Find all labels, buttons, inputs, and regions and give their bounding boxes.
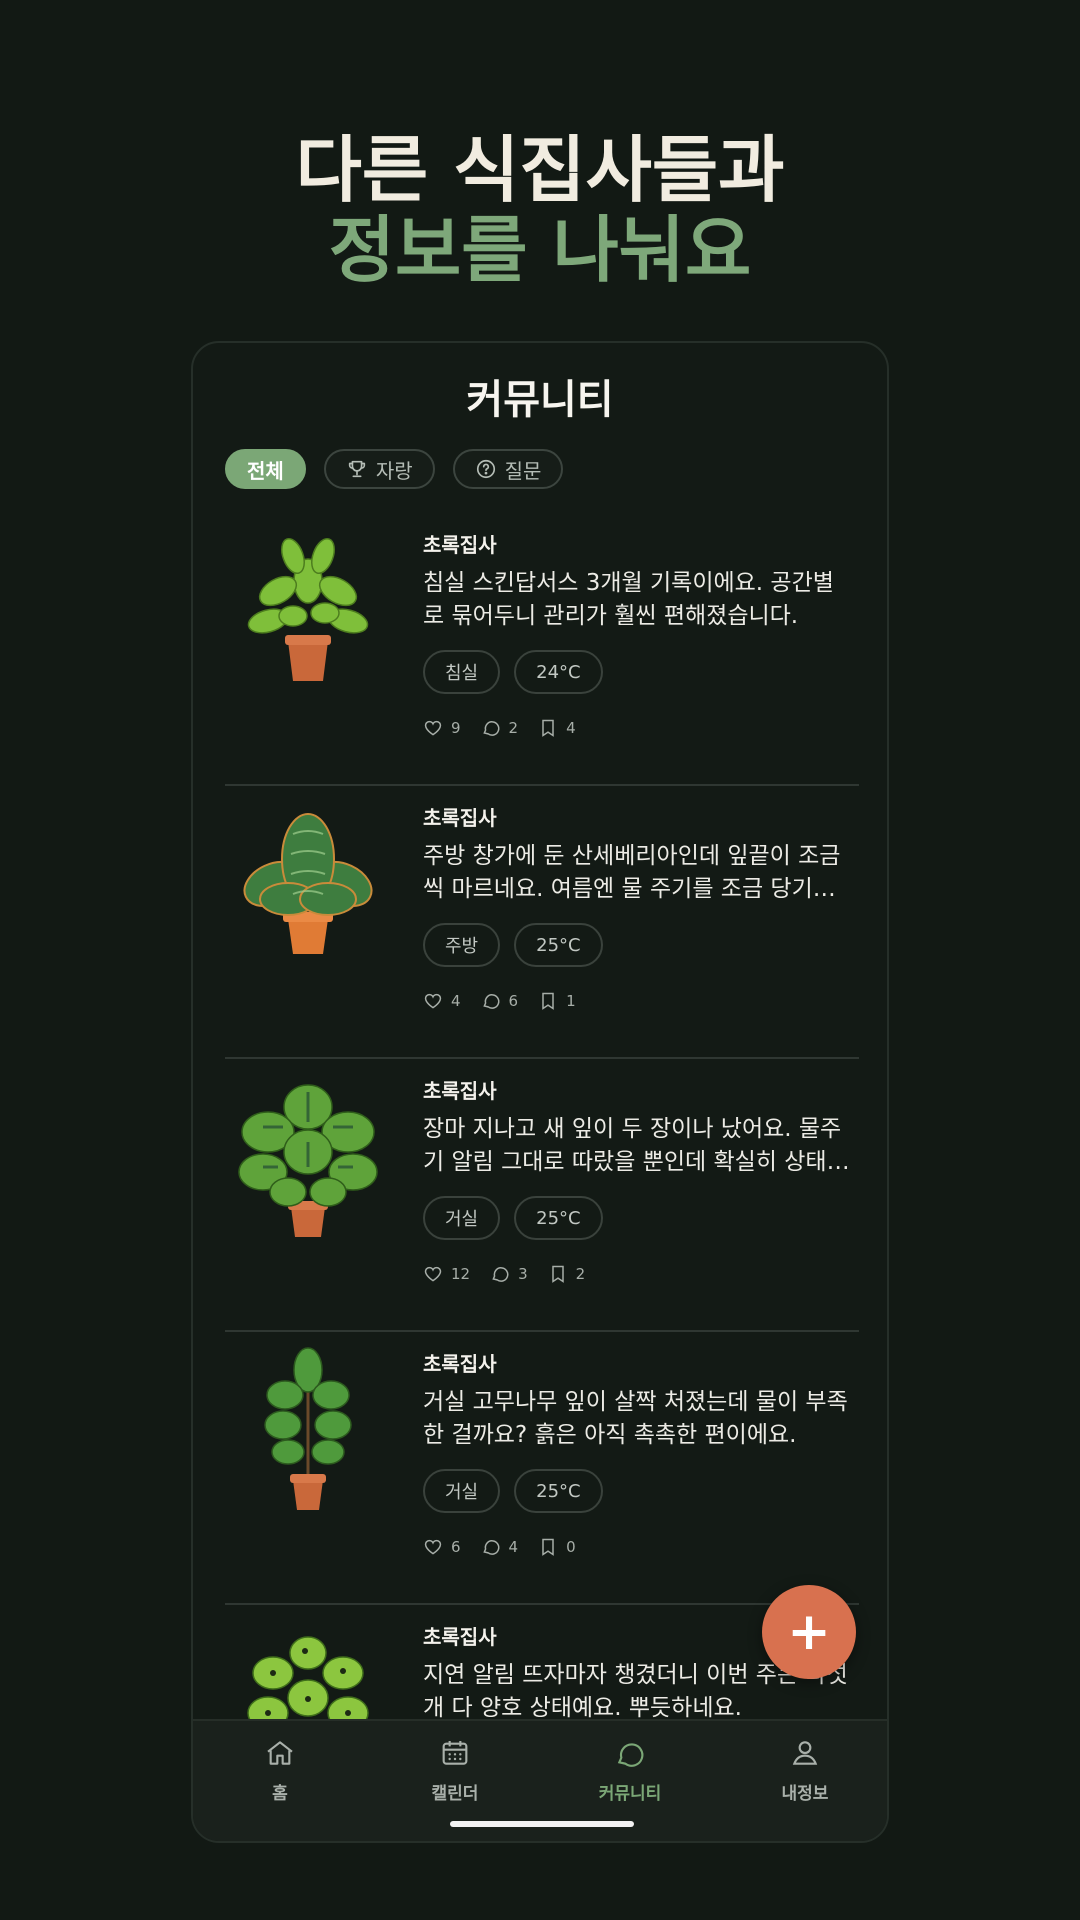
post-author: 초록집사 bbox=[423, 533, 497, 557]
nav-label: 내정보 bbox=[781, 1784, 829, 1804]
post-tags: 침실 24°C bbox=[423, 650, 603, 694]
post-card[interactable]: 초록집사 침실 스킨답서스 3개월 기록이에요. 공간별로 묶어두니 관리가 훨… bbox=[225, 513, 859, 786]
bookmark-button[interactable]: 1 bbox=[538, 991, 576, 1011]
bookmark-button[interactable]: 0 bbox=[538, 1537, 576, 1557]
bookmark-icon bbox=[551, 1265, 564, 1283]
bookmark-icon bbox=[542, 719, 554, 737]
rubber-plant-image bbox=[264, 1347, 352, 1510]
bottom-navigation: 홈 캘린더 커뮤니티 내정보 bbox=[193, 1719, 887, 1841]
comment-count: 3 bbox=[518, 1265, 528, 1283]
filter-chip-brag[interactable]: 자랑 bbox=[323, 449, 435, 489]
heart-icon bbox=[424, 1539, 442, 1555]
comment-icon bbox=[482, 721, 500, 736]
filter-chip-label: 전체 bbox=[247, 458, 284, 483]
comment-count: 6 bbox=[508, 992, 519, 1010]
post-tags: 거실 25°C bbox=[423, 1196, 603, 1240]
post-tag[interactable]: 25°C bbox=[514, 1196, 603, 1240]
post-card[interactable]: 초록집사 주방 창가에 둔 산세베리아인데 잎끝이 조금씩 마르네요. 여름엔 … bbox=[225, 786, 859, 1059]
nav-item-calendar[interactable]: 캘린더 bbox=[385, 1737, 525, 1804]
post-tags: 주방 25°C bbox=[423, 923, 603, 967]
post-body: 거실 고무나무 잎이 살짝 처졌는데 물이 부족한 걸까요? 흙은 아직 촉촉한… bbox=[423, 1389, 848, 1448]
nav-item-community[interactable]: 커뮤니티 bbox=[560, 1737, 700, 1804]
like-button[interactable]: 6 bbox=[423, 1537, 461, 1557]
post-body: 침실 스킨답서스 3개월 기록이에요. 공간별로 묶어두니 관리가 훨씬 편해졌… bbox=[423, 570, 834, 629]
chat-icon bbox=[617, 1743, 644, 1767]
calendar-icon bbox=[442, 1741, 468, 1765]
post-body: 장마 지나고 새 잎이 두 장이나 났어요. 물주기 알림 그대로 따랐을 뿐인… bbox=[423, 1116, 848, 1175]
bookmark-button[interactable]: 2 bbox=[548, 1264, 586, 1284]
post-card[interactable]: 초록집사 거실 고무나무 잎이 살짝 처졌는데 물이 부족한 걸까요? 흙은 아… bbox=[225, 1332, 859, 1605]
home-indicator bbox=[450, 1821, 634, 1827]
post-tag[interactable]: 침실 bbox=[423, 650, 501, 694]
like-count: 12 bbox=[451, 1265, 471, 1283]
question-icon bbox=[476, 459, 495, 479]
pothos-plant-image bbox=[247, 537, 369, 681]
post-tag[interactable]: 거실 bbox=[423, 1196, 501, 1240]
post-tag[interactable]: 24°C bbox=[514, 650, 603, 694]
post-stats: 12 3 2 bbox=[423, 1264, 585, 1284]
post-stats: 6 4 0 bbox=[423, 1537, 576, 1557]
post-author: 초록집사 bbox=[423, 1625, 497, 1649]
bookmark-count: 4 bbox=[566, 719, 576, 737]
post-stats: 9 2 4 bbox=[423, 718, 576, 738]
nav-label: 홈 bbox=[272, 1784, 288, 1804]
nav-label: 커뮤니티 bbox=[598, 1784, 662, 1804]
headline-line-2: 정보를 나눠요 bbox=[328, 208, 752, 292]
page-title: 커뮤니티 bbox=[466, 377, 614, 423]
post-tag[interactable]: 거실 bbox=[423, 1469, 501, 1513]
user-icon bbox=[792, 1741, 818, 1765]
like-button[interactable]: 9 bbox=[423, 718, 461, 738]
comment-count: 4 bbox=[508, 1538, 519, 1556]
bookmark-button[interactable]: 4 bbox=[538, 718, 576, 738]
bookmark-count: 1 bbox=[566, 992, 576, 1010]
filter-chips: 전체 자랑 질문 bbox=[225, 449, 564, 489]
nav-item-profile[interactable]: 내정보 bbox=[735, 1737, 875, 1804]
monstera-plant-image bbox=[238, 1084, 378, 1237]
sansevieria-plant-image bbox=[243, 813, 373, 954]
headline-line-1: 다른 식집사들과 bbox=[295, 128, 785, 212]
heart-icon bbox=[424, 1266, 442, 1282]
bookmark-count: 2 bbox=[575, 1265, 586, 1283]
filter-chip-label: 질문 bbox=[504, 458, 542, 483]
comment-count: 2 bbox=[508, 719, 519, 737]
post-author: 초록집사 bbox=[423, 1352, 497, 1376]
post-card[interactable]: 초록집사 장마 지나고 새 잎이 두 장이나 났어요. 물주기 알림 그대로 따… bbox=[225, 1059, 859, 1332]
like-count: 9 bbox=[451, 719, 461, 737]
like-count: 4 bbox=[451, 992, 461, 1010]
post-tag[interactable]: 25°C bbox=[514, 923, 603, 967]
heart-icon bbox=[424, 993, 442, 1009]
comment-button[interactable]: 2 bbox=[481, 718, 519, 738]
post-author: 초록집사 bbox=[423, 806, 497, 830]
home-icon bbox=[267, 1741, 293, 1765]
like-button[interactable]: 12 bbox=[423, 1264, 470, 1284]
comment-icon bbox=[482, 994, 500, 1009]
trophy-icon bbox=[348, 460, 365, 478]
post-tag[interactable]: 25°C bbox=[514, 1469, 603, 1513]
bookmark-count: 0 bbox=[566, 1538, 576, 1556]
comment-button[interactable]: 3 bbox=[490, 1264, 528, 1284]
filter-chip-question[interactable]: 질문 bbox=[452, 449, 564, 489]
post-body: 주방 창가에 둔 산세베리아인데 잎끝이 조금씩 마르네요. 여름엔 물 주기를… bbox=[423, 843, 841, 902]
post-stats: 4 6 1 bbox=[423, 991, 576, 1011]
post-tags: 거실 25°C bbox=[423, 1469, 603, 1513]
headline: 다른 식집사들과 정보를 나눠요 bbox=[0, 130, 1080, 290]
comment-button[interactable]: 6 bbox=[481, 991, 519, 1011]
comment-icon bbox=[492, 1267, 509, 1282]
bookmark-icon bbox=[542, 1538, 554, 1556]
like-button[interactable]: 4 bbox=[423, 991, 461, 1011]
post-author: 초록집사 bbox=[423, 1079, 497, 1103]
like-count: 6 bbox=[451, 1538, 461, 1556]
post-tag[interactable]: 주방 bbox=[423, 923, 501, 967]
nav-label: 캘린더 bbox=[431, 1784, 479, 1804]
comment-button[interactable]: 4 bbox=[481, 1537, 519, 1557]
filter-chip-all[interactable]: 전체 bbox=[225, 449, 306, 489]
nav-item-home[interactable]: 홈 bbox=[210, 1737, 350, 1804]
new-post-button[interactable]: + bbox=[762, 1585, 856, 1679]
comment-icon bbox=[482, 1540, 500, 1555]
bookmark-icon bbox=[542, 992, 554, 1010]
heart-icon bbox=[424, 720, 442, 736]
filter-chip-label: 자랑 bbox=[375, 458, 413, 483]
